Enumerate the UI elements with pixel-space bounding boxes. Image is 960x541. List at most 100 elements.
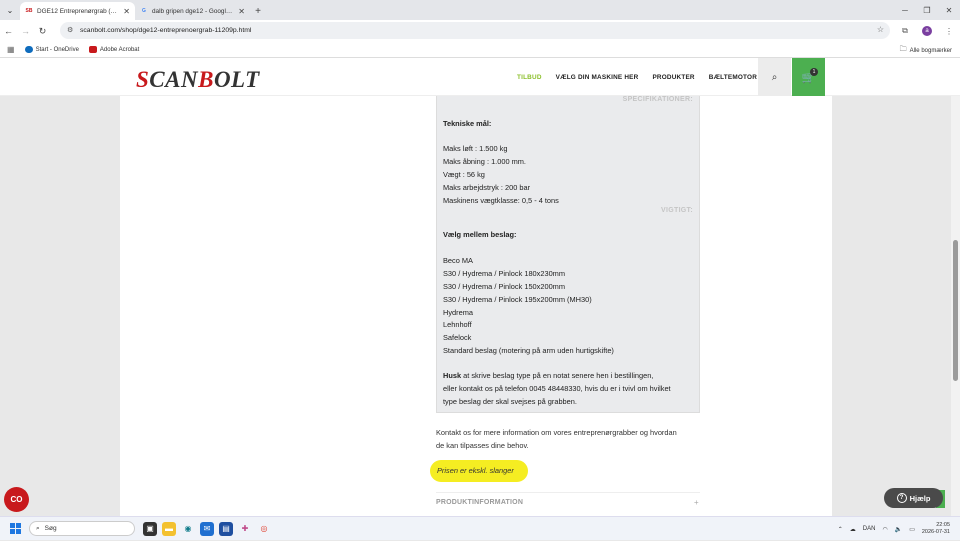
mount-title-text: Vælg mellem beslag: bbox=[443, 230, 517, 239]
site-header: SCANBOLT TILBUD VÆLG DIN MASKINE HER PRO… bbox=[0, 58, 960, 96]
edge-icon[interactable]: ◉ bbox=[181, 522, 195, 536]
scanbolt-favicon-icon: SB bbox=[25, 7, 33, 15]
clock[interactable]: 22:05 2026-07-31 bbox=[922, 522, 950, 536]
cart-button[interactable]: 🛒 1 bbox=[792, 58, 825, 96]
bookmarks-bar: ▦ Start - OneDrive Adobe Acrobat 🗀 Alle … bbox=[0, 42, 960, 58]
apps-grid-icon[interactable]: ▦ bbox=[7, 45, 15, 54]
contact-text: Kontakt os for mere information om vores… bbox=[436, 428, 677, 437]
price-note: Prisen er ekskl. slanger bbox=[437, 466, 514, 475]
back-icon[interactable]: ← bbox=[0, 21, 17, 41]
windows-taskbar: ⌕ Søg ▣ ▬ ◉ ✉ ▤ ✚ ◎ ⌃ ☁ DAN ◠ 🔈 ▭ 22:05 … bbox=[0, 516, 960, 540]
page-scrollbar[interactable] bbox=[951, 96, 960, 516]
product-info-toggle[interactable]: PRODUKTINFORMATION bbox=[436, 499, 523, 506]
nav-tilbud[interactable]: TILBUD bbox=[510, 74, 549, 81]
url-field[interactable]: ⚙ scanbolt.com/shop/dge12-entreprenoergr… bbox=[60, 22, 890, 39]
bookmark-acrobat[interactable]: Adobe Acrobat bbox=[88, 46, 140, 53]
question-icon: ? bbox=[896, 493, 907, 503]
task-view-icon[interactable]: ▣ bbox=[143, 521, 157, 536]
tech-line: Maskinens vægtklasse: 0,5 - 4 tons bbox=[443, 196, 559, 205]
tech-title: Tekniske mål: bbox=[443, 119, 491, 128]
bookmark-star-icon[interactable]: ☆ bbox=[877, 25, 884, 34]
battery-icon[interactable]: ▭ bbox=[909, 526, 915, 533]
chevron-up-icon[interactable]: ⌃ bbox=[838, 526, 843, 533]
taskbar-apps: ▣ ▬ ◉ ✉ ▤ ✚ ◎ bbox=[143, 521, 271, 536]
remember-text: at skrive beslag type på en notat senere… bbox=[461, 371, 654, 380]
store-icon[interactable]: ▤ bbox=[219, 521, 233, 536]
scanbolt-logo[interactable]: SCANBOLT bbox=[136, 67, 260, 93]
bookmark-label: Start - OneDrive bbox=[35, 46, 79, 53]
window-controls: ─ ❐ ✕ bbox=[894, 0, 960, 20]
reload-icon[interactable]: ↻ bbox=[34, 21, 51, 41]
tab-search-icon[interactable]: ⌄ bbox=[0, 0, 20, 20]
tech-title-text: Tekniske mål: bbox=[443, 119, 492, 128]
folder-icon: 🗀 bbox=[899, 46, 907, 53]
tab-google-search[interactable]: G dalb gripen dge12 - Google-søg ✕ bbox=[135, 2, 250, 20]
minimize-icon[interactable]: ─ bbox=[894, 0, 916, 20]
main-nav: TILBUD VÆLG DIN MASKINE HER PRODUKTER BÆ… bbox=[510, 58, 764, 96]
logo-can: CAN bbox=[149, 67, 199, 92]
close-window-icon[interactable]: ✕ bbox=[938, 0, 960, 20]
close-tab-icon[interactable]: ✕ bbox=[238, 7, 245, 16]
mount-item: Safelock bbox=[443, 333, 472, 342]
bookmark-label: Adobe Acrobat bbox=[99, 46, 140, 53]
taskbar-search[interactable]: ⌕ Søg bbox=[29, 521, 135, 536]
remember-line: eller kontakt os på telefon 0045 4844833… bbox=[443, 384, 671, 393]
wifi-icon[interactable]: ◠ bbox=[882, 526, 887, 533]
bookmark-onedrive[interactable]: Start - OneDrive bbox=[24, 46, 79, 53]
volume-icon[interactable]: 🔈 bbox=[895, 526, 902, 533]
mount-title: Vælg mellem beslag: bbox=[443, 230, 517, 239]
nav-produkter[interactable]: PRODUKTER bbox=[645, 74, 701, 81]
cart-count-badge: 1 bbox=[810, 68, 818, 76]
tech-line: Maks åbning : 1.000 mm. bbox=[443, 157, 526, 166]
search-icon[interactable]: ⌕ bbox=[758, 58, 791, 96]
teams-icon[interactable]: ✚ bbox=[238, 522, 252, 536]
mount-item: S30 / Hydrema / Pinlock 195x200mm (MH30) bbox=[443, 295, 592, 304]
menu-dots-icon[interactable]: ⋮ bbox=[938, 27, 960, 36]
mount-item: S30 / Hydrema / Pinlock 180x230mm bbox=[443, 269, 565, 278]
cloud-icon bbox=[24, 46, 33, 53]
close-tab-icon[interactable]: ✕ bbox=[123, 7, 130, 16]
remember-bold: Husk bbox=[443, 371, 462, 380]
divider bbox=[436, 492, 700, 493]
url-text: scanbolt.com/shop/dge12-entreprenoergrab… bbox=[80, 27, 252, 34]
specification-box: SPECIFIKATIONER: Tekniske mål: Maks løft… bbox=[436, 96, 700, 413]
windows-start-icon[interactable] bbox=[10, 523, 21, 534]
extensions-icon[interactable]: ⧉ bbox=[894, 26, 916, 36]
forward-icon[interactable]: → bbox=[17, 21, 34, 41]
tab-label: dalb gripen dge12 - Google-søg bbox=[152, 7, 235, 15]
chrome-icon[interactable]: ◎ bbox=[257, 522, 271, 536]
contact-text: de kan tilpasses dine behov. bbox=[436, 441, 529, 450]
scrollbar-thumb[interactable] bbox=[953, 240, 958, 381]
specifications-heading: SPECIFIKATIONER: bbox=[622, 96, 693, 103]
logo-s: S bbox=[136, 67, 150, 92]
network-cloud-icon[interactable]: ☁ bbox=[850, 526, 856, 533]
new-tab-button[interactable]: + bbox=[250, 2, 266, 20]
restore-icon[interactable]: ❐ bbox=[916, 0, 938, 20]
google-favicon-icon: G bbox=[142, 8, 146, 14]
mount-item: Beco MA bbox=[443, 256, 473, 265]
tech-line: Maks løft : 1.500 kg bbox=[443, 144, 508, 153]
site-info-icon[interactable]: ⚙ bbox=[67, 26, 73, 34]
cookie-consent-button[interactable]: CO bbox=[4, 487, 29, 512]
expand-plus-icon[interactable]: + bbox=[694, 498, 699, 507]
clock-date: 2026-07-31 bbox=[921, 529, 950, 535]
nav-vaelg-maskine[interactable]: VÆLG DIN MASKINE HER bbox=[549, 74, 646, 81]
all-bookmarks[interactable]: 🗀 Alle bogmærker bbox=[900, 45, 952, 56]
file-explorer-icon[interactable]: ▬ bbox=[162, 521, 176, 536]
help-button[interactable]: ? Hjælp bbox=[884, 488, 943, 508]
nav-baeltemotor[interactable]: BÆLTEMOTOR bbox=[702, 74, 764, 81]
address-bar-row: ← → ↻ ⚙ scanbolt.com/shop/dge12-entrepre… bbox=[0, 20, 960, 42]
mount-item: S30 / Hydrema / Pinlock 150x200mm bbox=[443, 282, 565, 291]
browser-tab-strip: ⌄ SB DGE12 Entreprenørgrab (0,5 - 4 ✕ G … bbox=[0, 0, 960, 20]
remember-line: Husk at skrive beslag type på en notat s… bbox=[443, 371, 653, 380]
tab-label: DGE12 Entreprenørgrab (0,5 - 4 bbox=[37, 7, 120, 15]
cookie-icon: CO bbox=[10, 495, 23, 504]
logo-b: B bbox=[198, 67, 214, 92]
mail-icon[interactable]: ✉ bbox=[200, 521, 214, 536]
taskbar-search-label: Søg bbox=[44, 525, 57, 532]
language-indicator[interactable]: DAN bbox=[863, 526, 876, 532]
clock-time: 22:05 bbox=[936, 522, 950, 528]
tab-dge12[interactable]: SB DGE12 Entreprenørgrab (0,5 - 4 ✕ bbox=[20, 2, 135, 20]
profile-avatar[interactable]: a bbox=[922, 26, 932, 36]
system-tray: ⌃ ☁ DAN ◠ 🔈 ▭ 22:05 2026-07-31 bbox=[838, 517, 950, 541]
